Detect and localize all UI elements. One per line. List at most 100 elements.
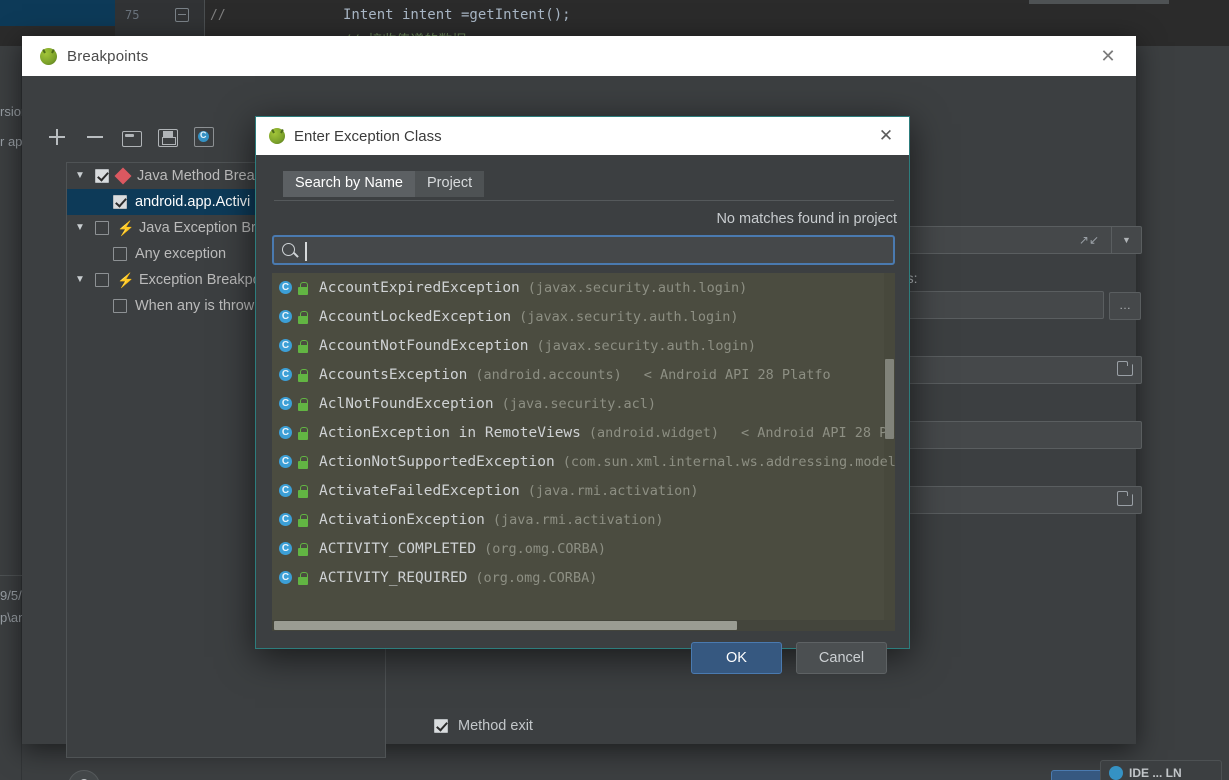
class-circle-icon[interactable] <box>194 127 214 147</box>
class-icon: C <box>278 541 294 557</box>
exception-dialog-title: Enter Exception Class <box>294 127 442 145</box>
folder-icon[interactable] <box>1117 491 1133 506</box>
exception-results-list[interactable]: C AccountExpiredException (javax.securit… <box>272 273 895 624</box>
lock-icon <box>296 571 309 585</box>
class-icon: C <box>278 396 294 412</box>
line-number: 75 <box>125 8 140 22</box>
close-icon[interactable]: ✕ <box>1094 44 1122 68</box>
status-badge[interactable]: IDE ... LN <box>1100 760 1222 780</box>
class-package: (java.security.acl) <box>501 395 657 412</box>
class-package: (javax.security.auth.login) <box>519 308 739 325</box>
method-exit-row[interactable]: Method exit <box>434 718 533 734</box>
class-name: ACTIVITY_COMPLETED <box>319 540 477 557</box>
bg-fragment-2: 9/5/ <box>0 588 22 603</box>
class-name: ActivationException <box>319 511 485 528</box>
class-package: (org.omg.CORBA) <box>475 569 598 586</box>
scrollbar-thumb-horizontal[interactable] <box>274 621 737 630</box>
tree-checkbox[interactable] <box>95 169 109 183</box>
screen-root: 75 // Intent intent =getIntent(); // 接收传… <box>0 0 1229 780</box>
class-name: ActionException in RemoteViews <box>319 424 581 441</box>
tree-checkbox[interactable] <box>95 273 109 287</box>
exception-dialog-titlebar: Enter Exception Class ✕ <box>256 117 909 155</box>
class-name: AccountLockedException <box>319 308 512 325</box>
chevron-down-icon[interactable]: ▼ <box>75 171 89 181</box>
status-badge-label: IDE ... LN <box>1129 766 1182 780</box>
results-vertical-scrollbar[interactable] <box>884 273 895 624</box>
save-icon[interactable] <box>158 129 178 147</box>
search-input[interactable] <box>272 235 895 265</box>
list-item[interactable]: C ActivationException (java.rmi.activati… <box>272 505 895 534</box>
class-icon: C <box>278 570 294 586</box>
tree-checkbox[interactable] <box>113 247 127 261</box>
list-item[interactable]: C ActionException in RemoteViews (androi… <box>272 418 895 447</box>
class-package: (java.rmi.activation) <box>492 511 664 528</box>
lock-icon <box>296 455 309 469</box>
list-item[interactable]: C AccountLockedException (javax.security… <box>272 302 895 331</box>
lock-icon <box>296 339 309 353</box>
ok-button[interactable]: OK <box>691 642 782 674</box>
red-diamond-icon <box>114 167 132 185</box>
chevron-down-icon[interactable]: ▼ <box>75 223 89 233</box>
list-item[interactable]: C AccountsException (android.accounts) <… <box>272 360 895 389</box>
tab-search-by-name[interactable]: Search by Name <box>283 171 415 197</box>
lock-icon <box>296 426 309 440</box>
scrollbar-thumb[interactable] <box>885 359 894 439</box>
class-name: AccountsException <box>319 366 468 383</box>
class-icon: C <box>278 338 294 354</box>
exception-dialog-buttons: OK Cancel <box>691 642 887 674</box>
folder-icon[interactable] <box>1117 361 1133 376</box>
class-icon: C <box>278 367 294 383</box>
lightning-icon: ⚡ <box>117 272 135 288</box>
lock-icon <box>296 542 309 556</box>
list-item[interactable]: C ACTIVITY_REQUIRED (org.omg.CORBA) <box>272 563 895 592</box>
minus-icon[interactable] <box>84 126 106 148</box>
tree-checkbox[interactable] <box>113 195 127 209</box>
class-name: AccountExpiredException <box>319 279 520 296</box>
class-name: AclNotFoundException <box>319 395 494 412</box>
list-item[interactable]: C ActivateFailedException (java.rmi.acti… <box>272 476 895 505</box>
class-sdk: < Android API 28 Platfo <box>643 366 831 383</box>
method-exit-checkbox[interactable] <box>434 719 448 733</box>
browse-dots-button[interactable]: … <box>1109 292 1141 320</box>
lock-icon <box>296 310 309 324</box>
class-package: (java.rmi.activation) <box>527 482 699 499</box>
class-package: (javax.security.auth.login) <box>527 279 748 296</box>
class-icon: C <box>278 454 294 470</box>
lock-icon <box>296 397 309 411</box>
chevron-down-icon[interactable]: ▼ <box>75 275 89 285</box>
expand-icon[interactable]: ↗↙ <box>1079 233 1099 247</box>
ide-left-rail <box>0 46 22 780</box>
tree-checkbox[interactable] <box>95 221 109 235</box>
breakpoints-titlebar: Breakpoints ✕ <box>22 36 1136 76</box>
tree-item-label: Java Method Breakp <box>137 168 270 184</box>
tree-item-label: android.app.Activi <box>135 194 251 210</box>
class-package: (android.accounts) <box>475 366 622 383</box>
class-package: (javax.security.auth.login) <box>536 337 756 354</box>
class-icon: C <box>278 483 294 499</box>
cancel-button[interactable]: Cancel <box>796 642 887 674</box>
class-name: ACTIVITY_REQUIRED <box>319 569 468 586</box>
class-name: ActivateFailedException <box>319 482 520 499</box>
class-sdk: < Android API 28 Platfo <box>740 424 895 441</box>
chevron-down-icon[interactable]: ▼ <box>1111 226 1141 254</box>
breakpoints-title: Breakpoints <box>67 47 149 65</box>
tree-checkbox[interactable] <box>113 299 127 313</box>
list-item[interactable]: C ACTIVITY_COMPLETED (org.omg.CORBA) <box>272 534 895 563</box>
bg-divider-1 <box>0 575 22 576</box>
class-icon: C <box>278 309 294 325</box>
code-fold-icon[interactable] <box>175 8 189 22</box>
code-line-1: Intent intent =getIntent(); <box>343 7 571 23</box>
list-item[interactable]: C AclNotFoundException (java.security.ac… <box>272 389 895 418</box>
list-item[interactable]: C ActionNotSupportedException (com.sun.x… <box>272 447 895 476</box>
exception-dialog-body: Search by Name Project No matches found … <box>256 155 909 674</box>
list-item[interactable]: C AccountNotFoundException (javax.securi… <box>272 331 895 360</box>
list-item[interactable]: C AccountExpiredException (javax.securit… <box>272 273 895 302</box>
tab-project[interactable]: Project <box>415 171 485 197</box>
close-icon[interactable]: ✕ <box>873 124 899 148</box>
folder-icon[interactable] <box>122 130 142 147</box>
class-icon: C <box>278 512 294 528</box>
plus-icon[interactable] <box>46 126 68 148</box>
tree-item-label: Java Exception Brea <box>139 220 272 236</box>
class-icon: C <box>278 425 294 441</box>
class-package: (com.sun.xml.internal.ws.addressing.mode… <box>562 453 895 470</box>
